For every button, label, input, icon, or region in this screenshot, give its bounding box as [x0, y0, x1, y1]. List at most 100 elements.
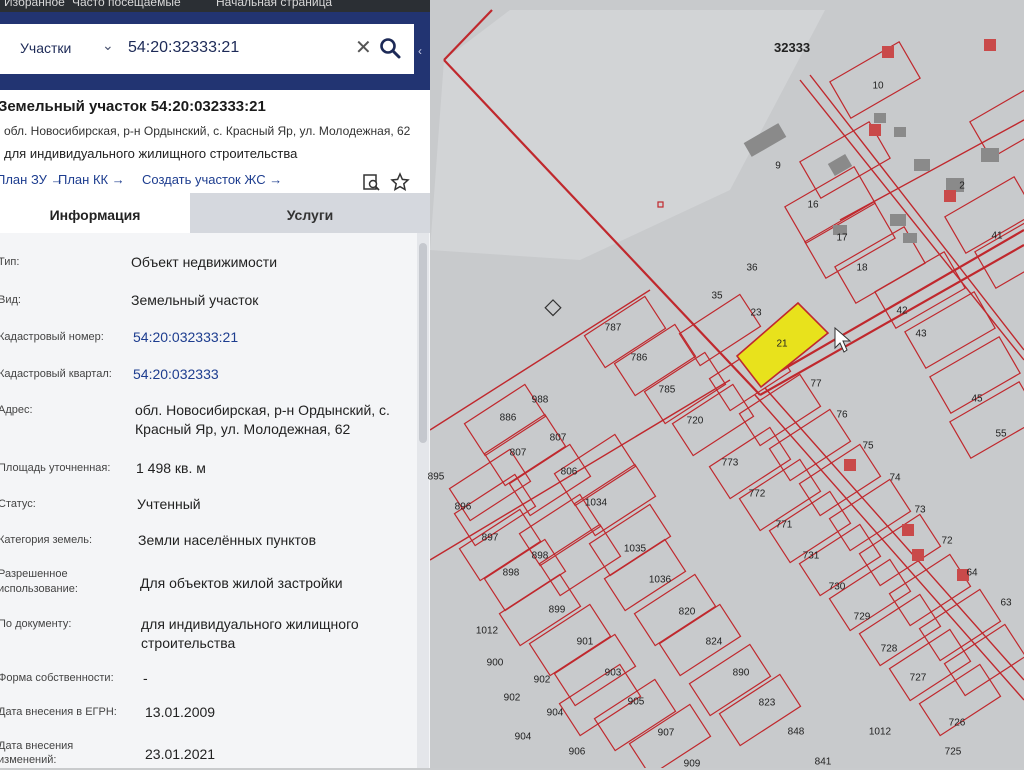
- parcel-label[interactable]: 730: [829, 582, 846, 593]
- parcel-label[interactable]: 55: [995, 429, 1006, 440]
- parcel-label[interactable]: 9: [775, 161, 781, 172]
- parcel-label[interactable]: 76: [836, 410, 847, 421]
- parcel-label[interactable]: 897: [482, 533, 499, 544]
- parcel-label[interactable]: 902: [534, 675, 551, 686]
- tab-services[interactable]: Услуги: [190, 193, 430, 233]
- parcel-label[interactable]: 72: [941, 536, 952, 547]
- parcel-label[interactable]: 729: [854, 612, 871, 623]
- parcel-label[interactable]: 41: [991, 231, 1002, 242]
- parcel-label[interactable]: 824: [706, 637, 723, 648]
- parcel-label[interactable]: 731: [803, 551, 820, 562]
- parcel-label[interactable]: 725: [945, 747, 962, 758]
- parcel-label[interactable]: 785: [659, 385, 676, 396]
- parcel-label[interactable]: 75: [862, 441, 873, 452]
- parcel-label[interactable]: 903: [605, 668, 622, 679]
- bookmark-frequent[interactable]: Часто посещаемые: [72, 0, 181, 9]
- info-table: Тип: Объект недвижимости Вид: Земельный …: [0, 233, 430, 768]
- parcel-label[interactable]: 2: [959, 181, 965, 192]
- parcel-label[interactable]: 886: [500, 413, 517, 424]
- create-parcel-link[interactable]: Создать участок ЖС →: [142, 172, 282, 187]
- parcel-label[interactable]: 848: [788, 727, 805, 738]
- search-icon[interactable]: [378, 36, 402, 60]
- parcel-label[interactable]: 17: [836, 233, 847, 244]
- parcel-label[interactable]: 807: [550, 433, 567, 444]
- parcel-label[interactable]: 823: [759, 698, 776, 709]
- search-document-icon[interactable]: [362, 172, 382, 192]
- info-label-line2: изменений:: [0, 754, 57, 766]
- info-value: для индивидуального жилищного: [141, 616, 359, 632]
- parcel-label[interactable]: 73: [914, 505, 925, 516]
- house-marker: [869, 124, 881, 136]
- scroll-thumb[interactable]: [419, 243, 427, 443]
- parcel-label[interactable]: 895: [428, 472, 445, 483]
- parcel-label[interactable]: 900: [487, 658, 504, 669]
- parcel-label[interactable]: 728: [881, 644, 898, 655]
- parcel-label[interactable]: 904: [547, 708, 564, 719]
- parcel-label[interactable]: 902: [504, 693, 521, 704]
- parcel-label[interactable]: 23: [750, 308, 761, 319]
- parcel-label[interactable]: 820: [679, 607, 696, 618]
- parcel-label[interactable]: 16: [807, 200, 818, 211]
- parcel-label[interactable]: 907: [658, 728, 675, 739]
- info-scrollbar[interactable]: [417, 233, 429, 768]
- selected-parcel-label[interactable]: 21: [776, 339, 787, 350]
- search-type-select[interactable]: Участки: [20, 40, 71, 56]
- parcel-label[interactable]: 898: [503, 568, 520, 579]
- cadastral-quarter-link[interactable]: 54:20:032333: [133, 365, 219, 383]
- parcel-label[interactable]: 1012: [476, 626, 498, 637]
- plan-zu-link[interactable]: План ЗУ →: [0, 172, 64, 187]
- parcel-label[interactable]: 43: [915, 329, 926, 340]
- chevron-down-icon[interactable]: ⌄: [102, 37, 114, 54]
- panel-tabs: Информация Услуги: [0, 193, 430, 233]
- parcel-label[interactable]: 1034: [585, 498, 607, 509]
- parcel-label[interactable]: 899: [549, 605, 566, 616]
- cadastral-number-link[interactable]: 54:20:032333:21: [133, 328, 238, 346]
- info-value: 23.01.2021: [145, 746, 216, 762]
- parcel-label[interactable]: 42: [896, 306, 907, 317]
- parcel-label[interactable]: 806: [561, 467, 578, 478]
- info-value: обл. Новосибирская, р-н Ордынский, с.: [135, 402, 390, 418]
- parcel-label[interactable]: 988: [532, 395, 549, 406]
- parcel-label[interactable]: 773: [722, 458, 739, 469]
- bookmark-home[interactable]: Начальная страница: [216, 0, 332, 9]
- parcel-label[interactable]: 1012: [869, 727, 891, 738]
- parcel-label[interactable]: 77: [810, 379, 821, 390]
- search-box[interactable]: Участки ⌄ 54:20:32333:21 ✕: [0, 24, 414, 74]
- parcel-label[interactable]: 1035: [624, 544, 646, 555]
- parcel-label[interactable]: 726: [949, 718, 966, 729]
- info-label-line2: использование:: [0, 583, 78, 595]
- parcel-label[interactable]: 772: [749, 489, 766, 500]
- map-canvas[interactable]: [430, 0, 1024, 768]
- cadastral-map[interactable]: 10 9 16 17 18 2 41 42 43 45 55 36 35 23 21 77 76 75 74 73 72…: [428, 0, 1024, 770]
- search-input[interactable]: 54:20:32333:21: [128, 39, 239, 57]
- parcel-label[interactable]: 35: [711, 291, 722, 302]
- parcel-label[interactable]: 771: [776, 520, 793, 531]
- tab-info[interactable]: Информация: [0, 193, 190, 233]
- parcel-label[interactable]: 64: [966, 568, 977, 579]
- parcel-label[interactable]: 906: [569, 747, 586, 758]
- parcel-label[interactable]: 727: [910, 673, 927, 684]
- parcel-label[interactable]: 1036: [649, 575, 671, 586]
- close-icon[interactable]: ✕: [355, 35, 372, 60]
- star-icon[interactable]: [390, 172, 410, 192]
- parcel-label[interactable]: 10: [872, 81, 883, 92]
- parcel-label[interactable]: 45: [971, 394, 982, 405]
- parcel-label[interactable]: 36: [746, 263, 757, 274]
- parcel-label[interactable]: 905: [628, 697, 645, 708]
- parcel-label[interactable]: 63: [1000, 598, 1011, 609]
- parcel-label[interactable]: 898: [532, 551, 549, 562]
- parcel-label[interactable]: 904: [515, 732, 532, 743]
- parcel-label[interactable]: 787: [605, 323, 622, 334]
- bookmark-favorites[interactable]: Избранное: [4, 0, 65, 9]
- parcel-label[interactable]: 807: [510, 448, 527, 459]
- parcel-label[interactable]: 890: [733, 668, 750, 679]
- parcel-label[interactable]: 786: [631, 353, 648, 364]
- plan-kk-link[interactable]: План КК →: [58, 172, 125, 187]
- parcel-label[interactable]: 18: [856, 263, 867, 274]
- parcel-label[interactable]: 901: [577, 637, 594, 648]
- parcel-label[interactable]: 841: [815, 757, 832, 768]
- parcel-label[interactable]: 896: [455, 502, 472, 513]
- collapse-panel-icon[interactable]: ‹: [418, 44, 428, 58]
- parcel-label[interactable]: 720: [687, 416, 704, 427]
- parcel-label[interactable]: 74: [889, 473, 900, 484]
